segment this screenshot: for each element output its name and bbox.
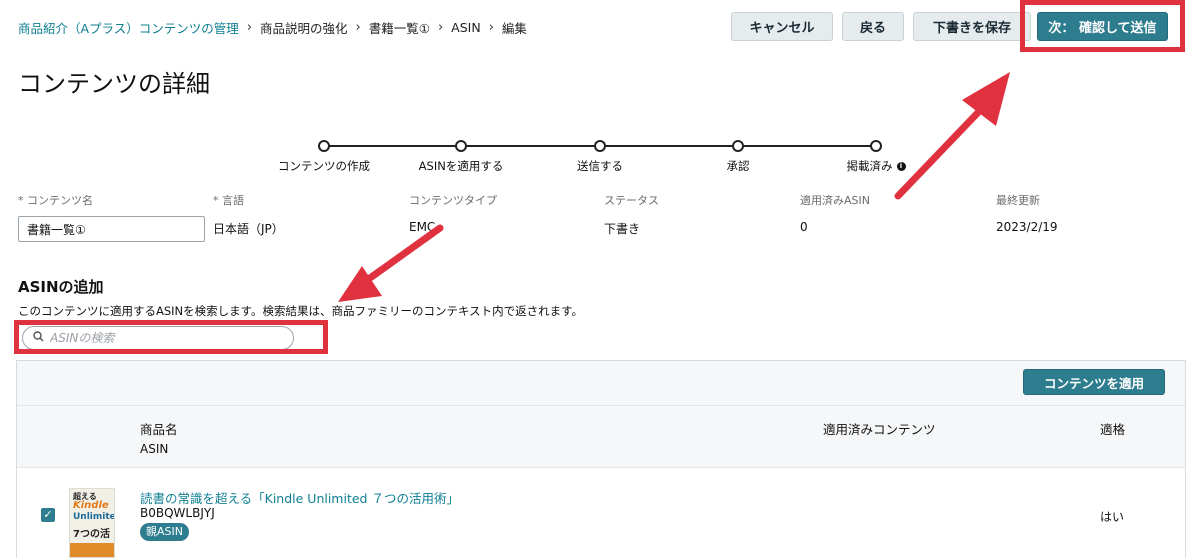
product-thumbnail: 超える Kindle Unlimited 7つの活用術: [69, 488, 115, 558]
save-draft-button[interactable]: 下書きを保存: [913, 12, 1031, 41]
step-dot: [594, 140, 606, 152]
meta-language: * 言語 日本語（JP）: [213, 192, 284, 237]
step-dot: [318, 140, 330, 152]
header-product-name[interactable]: 商品名 ASIN: [140, 419, 178, 456]
step-label: 掲載済み i: [847, 158, 906, 174]
step-submit: 送信する: [545, 140, 655, 174]
last-updated-value: 2023/2/19: [996, 220, 1058, 234]
cancel-button[interactable]: キャンセル: [731, 12, 833, 41]
breadcrumb-item-asin: ASIN: [451, 20, 481, 35]
breadcrumb-separator: ›: [355, 20, 361, 35]
breadcrumb-separator: ›: [488, 20, 494, 35]
step-dot: [455, 140, 467, 152]
language-label: * 言語: [213, 194, 244, 207]
content-type-label: コンテンツタイプ: [409, 194, 497, 207]
arrow-to-next-button: [894, 72, 1010, 200]
product-asin: B0BQWLBJYJ: [140, 506, 215, 520]
meta-content-type: コンテンツタイプ EMC: [409, 192, 497, 234]
breadcrumb-item-enhanced-description: 商品説明の強化: [260, 21, 348, 36]
breadcrumb-item-aplus-management[interactable]: 商品紹介（Aプラス）コンテンツの管理: [18, 18, 239, 37]
step-label: コンテンツの作成: [278, 159, 370, 173]
content-name-label: * コンテンツ名: [18, 194, 93, 207]
applied-asin-label: 適用済みASIN: [800, 194, 870, 207]
status-value: 下書き: [604, 222, 641, 236]
header-asin: ASIN: [140, 442, 169, 456]
step-approval: 承認: [683, 140, 793, 174]
applied-asin-value: 0: [800, 220, 808, 234]
content-type-value: EMC: [409, 220, 436, 234]
header-applied-content[interactable]: 適用済みコンテンツ: [823, 419, 936, 438]
step-label: ASINを適用する: [418, 159, 504, 173]
meta-status: ステータス 下書き: [604, 192, 659, 237]
meta-last-updated: 最終更新 2023/2/19: [996, 192, 1058, 234]
info-icon[interactable]: i: [896, 161, 906, 171]
table-row[interactable]: ✓ 超える Kindle Unlimited 7つの活用術 読書の常識を超える「…: [17, 468, 1185, 558]
breadcrumb: 商品紹介（Aプラス）コンテンツの管理 › 商品説明の強化 › 書籍一覧① › A…: [18, 18, 527, 37]
next-review-submit-button[interactable]: 次： 確認して送信: [1037, 12, 1168, 41]
meta-content-name: * コンテンツ名: [18, 192, 205, 242]
table-toolbar: コンテンツを適用: [17, 361, 1185, 406]
step-create-content: コンテンツの作成: [269, 140, 379, 174]
breadcrumb-item-book-list: 書籍一覧①: [368, 21, 430, 36]
step-label: 送信する: [577, 159, 623, 173]
breadcrumb-separator: ›: [437, 20, 444, 35]
asin-section-title: ASINの追加: [18, 278, 104, 296]
table-header: 商品名 ASIN 適用済みコンテンツ 適格: [17, 406, 1185, 468]
content-name-input[interactable]: [18, 216, 205, 242]
language-value: 日本語（JP）: [213, 222, 284, 236]
progress-stepper: コンテンツの作成 ASINを適用する 送信する 承認 掲載済み i: [269, 138, 920, 174]
step-dot: [732, 140, 744, 152]
apply-content-button[interactable]: コンテンツを適用: [1023, 369, 1165, 395]
back-button[interactable]: 戻る: [842, 12, 904, 41]
step-apply-asin: ASINを適用する: [406, 140, 516, 174]
search-icon: [33, 331, 44, 345]
asin-search-box[interactable]: [22, 326, 294, 350]
parent-asin-badge: 親ASIN: [140, 523, 189, 541]
step-dot: [870, 140, 882, 152]
arrow-to-search-box: [338, 224, 444, 302]
last-updated-label: 最終更新: [996, 194, 1040, 207]
checkbox-checked-icon[interactable]: ✓: [41, 508, 55, 522]
breadcrumb-separator: ›: [246, 20, 253, 35]
meta-applied-asin: 適用済みASIN 0: [800, 192, 870, 234]
asin-section-description: このコンテンツに適用するASINを検索します。検索結果は、商品ファミリーのコンテ…: [18, 304, 584, 318]
header-eligible[interactable]: 適格: [1100, 419, 1125, 438]
step-published: 掲載済み i: [821, 140, 931, 174]
asin-table: コンテンツを適用 商品名 ASIN 適用済みコンテンツ 適格 ✓ 超える Kin…: [16, 360, 1186, 558]
breadcrumb-item-edit: 編集: [501, 21, 527, 36]
page-title: コンテンツの詳細: [18, 70, 210, 98]
product-title-link[interactable]: 読書の常識を超える「Kindle Unlimited ７つの活用術」: [140, 488, 459, 507]
asin-search-input[interactable]: [50, 331, 270, 345]
status-label: ステータス: [604, 194, 659, 207]
eligible-value: はい: [1100, 510, 1125, 524]
step-label: 承認: [726, 159, 750, 173]
